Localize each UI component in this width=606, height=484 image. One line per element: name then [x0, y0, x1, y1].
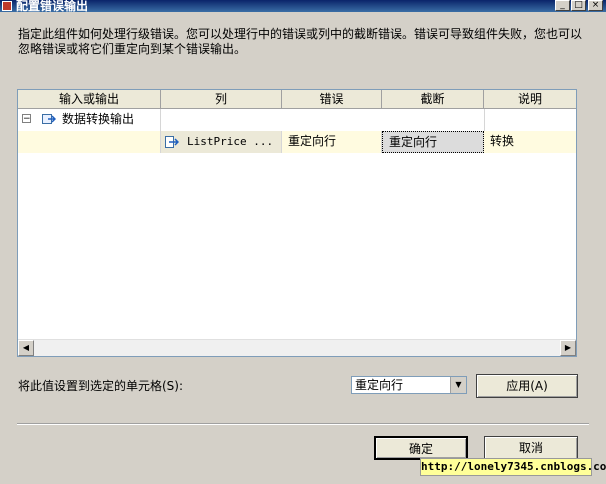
- group-row[interactable]: − 数据转换输出: [18, 109, 576, 131]
- description-text: 指定此组件如何处理行级错误。您可以处理行中的错误或列中的截断错误。错误可导致组件…: [18, 27, 583, 56]
- row-truncation-cell[interactable]: 重定向行: [382, 131, 484, 153]
- watermark-url: http://lonely7345.cnblogs.com/: [420, 458, 606, 476]
- scroll-left-icon[interactable]: ◀: [18, 340, 34, 356]
- group-cell[interactable]: − 数据转换输出: [18, 109, 161, 131]
- header-column[interactable]: 列: [161, 90, 282, 109]
- table-row[interactable]: ListPrice ... 重定向行 重定向行 转换: [18, 131, 576, 153]
- column-icon: [165, 136, 179, 148]
- app-icon: [2, 1, 12, 11]
- value-dropdown[interactable]: 重定向行 ▼: [351, 376, 467, 394]
- collapse-toggle-icon[interactable]: −: [22, 114, 31, 124]
- cancel-button[interactable]: 取消: [484, 436, 578, 460]
- ok-button[interactable]: 确定: [374, 436, 468, 460]
- minimize-button[interactable]: _: [555, 0, 570, 11]
- title-bar: 配置错误输出 _ □ ×: [0, 0, 606, 12]
- window-title: 配置错误输出: [16, 0, 89, 12]
- group-empty-cell: [161, 109, 485, 131]
- header-error[interactable]: 错误: [282, 90, 382, 109]
- apply-button[interactable]: 应用(A): [476, 374, 578, 398]
- header-truncation[interactable]: 截断: [382, 90, 484, 109]
- group-label: 数据转换输出: [62, 112, 135, 126]
- close-button[interactable]: ×: [588, 0, 603, 11]
- row-error-cell[interactable]: 重定向行: [282, 131, 382, 153]
- scroll-right-icon[interactable]: ▶: [560, 340, 576, 356]
- dropdown-value: 重定向行: [355, 378, 404, 392]
- transform-output-icon: [42, 114, 56, 124]
- header-description[interactable]: 说明: [484, 90, 576, 109]
- row-column-cell[interactable]: ListPrice ...: [161, 131, 282, 153]
- chevron-down-icon[interactable]: ▼: [450, 377, 466, 393]
- row-input-cell: [18, 131, 161, 153]
- set-value-label: 将此值设置到选定的单元格(S):: [18, 379, 184, 393]
- maximize-button[interactable]: □: [571, 0, 586, 11]
- column-name: ListPrice ...: [187, 135, 274, 148]
- row-description-cell: 转换: [484, 131, 576, 153]
- error-output-grid[interactable]: 输入或输出 列 错误 截断 说明 − 数据转换输出 ListPrice ... …: [17, 89, 577, 357]
- horizontal-scrollbar[interactable]: ◀ ▶: [18, 339, 576, 356]
- header-input-output[interactable]: 输入或输出: [18, 90, 161, 109]
- group-desc-cell: [484, 109, 576, 131]
- separator: [17, 423, 589, 425]
